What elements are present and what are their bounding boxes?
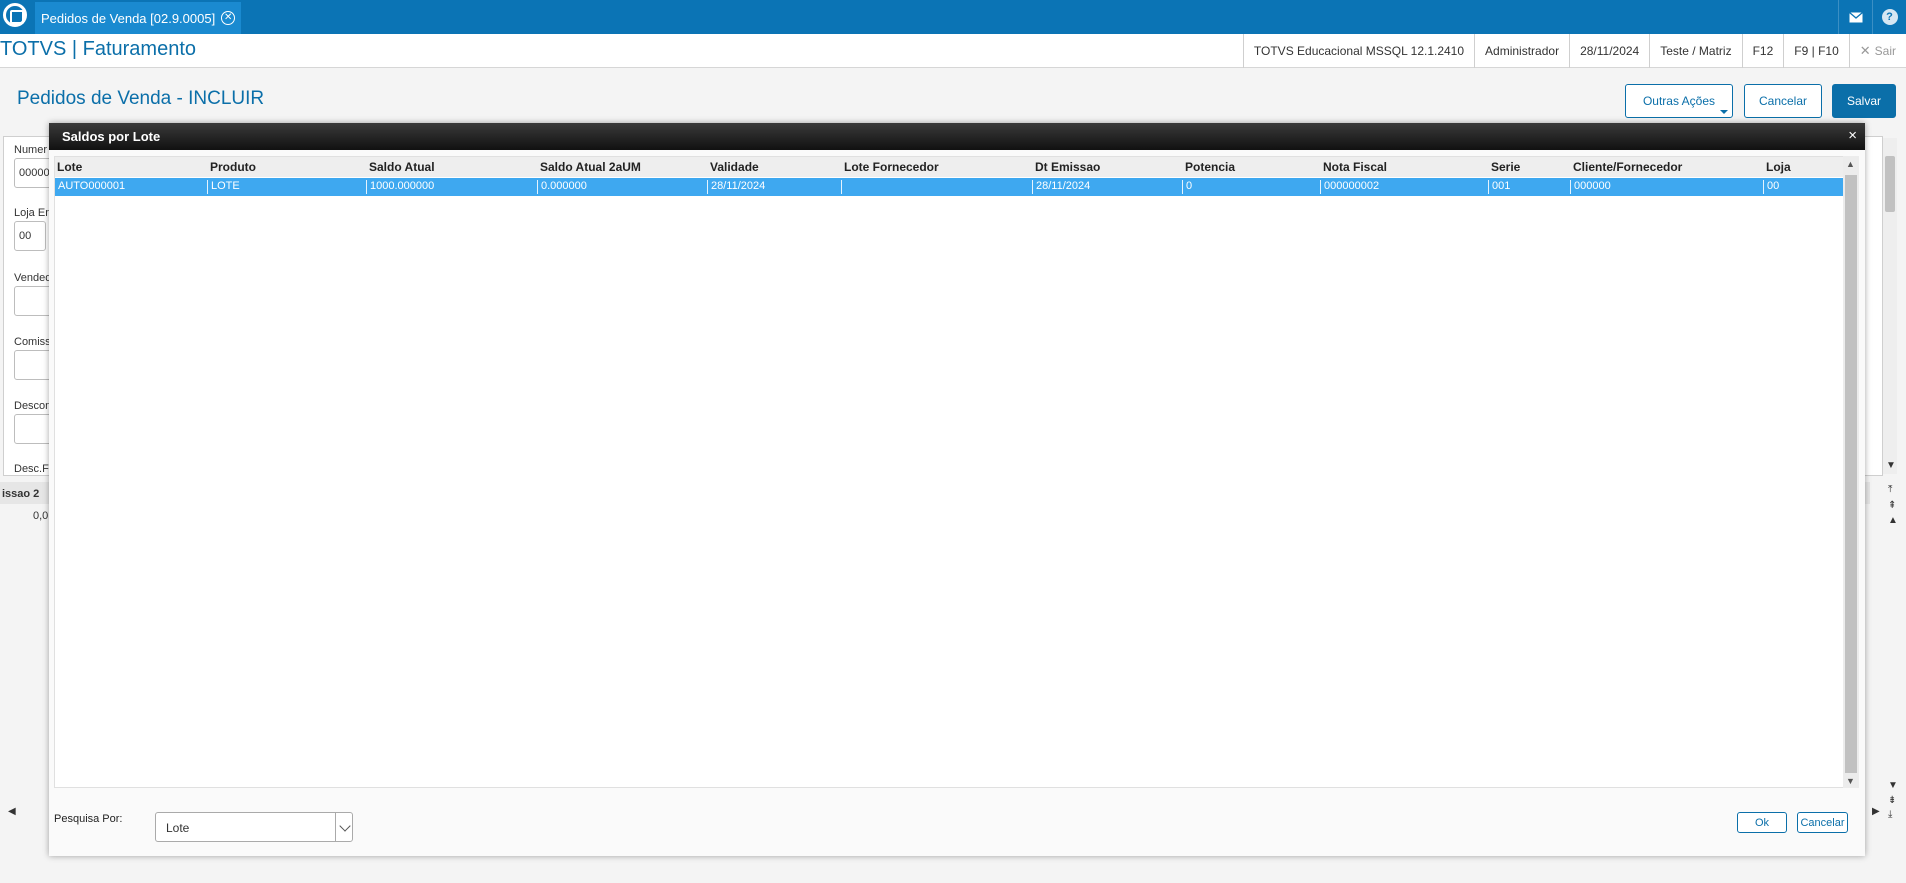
saldos-por-lote-dialog: Saldos por Lote × Lote Produto Saldo Atu… — [49, 123, 1865, 856]
outras-acoes-button[interactable]: Outras Ações — [1625, 84, 1733, 118]
pesquisa-por-label: Pesquisa Por: — [54, 813, 123, 825]
column-header-potencia[interactable]: Potencia — [1185, 160, 1235, 174]
cell-produto: LOTE — [207, 180, 240, 194]
chevron-down-icon — [339, 820, 351, 832]
scroll-page-up-icon[interactable]: ⇞ — [1888, 500, 1896, 511]
cell-cliente-fornecedor: 000000 — [1570, 180, 1611, 194]
grid-scrollbar[interactable]: ▲ ▼ — [1843, 156, 1859, 788]
user-info[interactable]: Administrador — [1474, 34, 1569, 68]
cell-loja: 00 — [1763, 180, 1779, 194]
cell-validade: 28/11/2024 — [707, 180, 765, 194]
outras-acoes-label: Outras Ações — [1642, 94, 1716, 108]
info-bar: TOTVS Educacional MSSQL 12.1.2410 Admini… — [1242, 34, 1906, 68]
cell-saldo-atual: 1000.000000 — [366, 180, 434, 194]
top-tab-bar: Pedidos de Venda [02.9.0005] ✕ ? — [0, 0, 1906, 34]
scroll-page-down-icon[interactable]: ⇟ — [1888, 795, 1896, 806]
form-scrollbar[interactable]: ▼ — [1883, 138, 1897, 474]
sair-label: Sair — [1874, 44, 1896, 58]
lote-grid: Lote Produto Saldo Atual Saldo Atual 2aU… — [54, 156, 1845, 788]
scroll-down-icon[interactable]: ▼ — [1886, 460, 1896, 471]
select-divider — [335, 813, 336, 841]
scroll-up-icon[interactable]: ▲ — [1888, 515, 1898, 526]
loja-field[interactable]: 00 — [14, 221, 46, 251]
lote-grid-header: Lote Produto Saldo Atual Saldo Atual 2aU… — [55, 157, 1845, 177]
pesquisa-por-select[interactable]: Lote — [155, 812, 353, 842]
tab-pedidos-de-venda[interactable]: Pedidos de Venda [02.9.0005] ✕ — [35, 2, 242, 34]
table-row[interactable]: AUTO000001 LOTE 1000.000000 0.000000 28/… — [55, 178, 1845, 196]
items-grid-value: 0,0 — [33, 510, 49, 522]
scroll-top-icon[interactable]: ⤒ — [1888, 484, 1892, 495]
ok-button[interactable]: Ok — [1737, 812, 1787, 833]
close-icon[interactable]: × — [1848, 127, 1857, 144]
numero-field[interactable]: 00000 — [14, 158, 54, 188]
loja-label: Loja En — [14, 207, 52, 219]
column-header-lote[interactable]: Lote — [57, 160, 82, 174]
column-header-lote-fornecedor[interactable]: Lote Fornecedor — [844, 160, 939, 174]
scroll-left-icon[interactable]: ◀ — [8, 806, 16, 817]
grid-scrollbar-thumb[interactable] — [1845, 175, 1857, 773]
scroll-bottom-icon[interactable]: ⤓ — [1888, 809, 1892, 820]
cell-potencia: 0 — [1182, 180, 1192, 194]
dialog-title: Saldos por Lote — [62, 129, 161, 144]
app-header: TOTVS | Faturamento TOTVS Educacional MS… — [0, 34, 1906, 68]
scroll-down-icon[interactable]: ▼ — [1888, 780, 1898, 791]
close-icon: ✕ — [1859, 43, 1871, 58]
salvar-button[interactable]: Salvar — [1832, 84, 1896, 118]
tab-label: Pedidos de Venda [02.9.0005] — [41, 10, 216, 26]
column-header-produto[interactable]: Produto — [210, 160, 256, 174]
totvs-logo-icon[interactable] — [0, 0, 30, 30]
form-scrollbar-thumb — [1885, 156, 1895, 212]
f9-f10-shortcut[interactable]: F9 | F10 — [1783, 34, 1848, 68]
help-icon[interactable]: ? — [1872, 0, 1906, 34]
tab-close-icon[interactable]: ✕ — [221, 11, 236, 25]
desc-f-label: Desc.F — [14, 463, 49, 475]
numero-label: Numer — [14, 144, 48, 156]
page-title: Pedidos de Venda - INCLUIR — [17, 88, 265, 109]
cell-serie: 001 — [1488, 180, 1510, 194]
dialog-header: Saldos por Lote × — [49, 123, 1865, 150]
comissao-field[interactable] — [14, 350, 54, 380]
app-title: TOTVS | Faturamento — [0, 38, 197, 60]
scroll-down-icon[interactable]: ▼ — [1846, 776, 1855, 786]
column-header-dt-emissao[interactable]: Dt Emissao — [1035, 160, 1100, 174]
cell-lote-fornecedor — [841, 180, 845, 194]
vendedor-label: Vended — [14, 272, 52, 284]
desconto-field[interactable] — [14, 414, 54, 444]
column-header-cliente-fornecedor[interactable]: Cliente/Fornecedor — [1573, 160, 1682, 174]
pesquisa-por-value: Lote — [166, 821, 190, 835]
scroll-up-icon[interactable]: ▲ — [1846, 159, 1855, 169]
column-header-validade[interactable]: Validade — [710, 160, 759, 174]
cell-nota-fiscal: 000000002 — [1320, 180, 1379, 194]
sair-button[interactable]: ✕ Sair — [1848, 34, 1906, 68]
column-header-nota-fiscal[interactable]: Nota Fiscal — [1323, 160, 1387, 174]
cell-lote: AUTO000001 — [58, 180, 126, 192]
comissao-label: Comiss — [14, 336, 51, 348]
desconto-label: Descon — [14, 400, 52, 412]
branch-info[interactable]: Teste / Matriz — [1649, 34, 1741, 68]
cell-dt-emissao: 28/11/2024 — [1032, 180, 1090, 194]
column-header-serie[interactable]: Serie — [1491, 160, 1520, 174]
environment-info[interactable]: TOTVS Educacional MSSQL 12.1.2410 — [1242, 34, 1474, 68]
date-info[interactable]: 28/11/2024 — [1569, 34, 1649, 68]
items-grid-column: issao 2 — [2, 488, 40, 500]
scroll-right-icon[interactable]: ▶ — [1872, 806, 1880, 817]
column-header-loja[interactable]: Loja — [1766, 160, 1791, 174]
cell-saldo-atual-2aum: 0.000000 — [537, 180, 587, 194]
vendedor-field[interactable] — [14, 286, 54, 316]
chevron-down-icon — [1720, 110, 1728, 114]
f12-shortcut[interactable]: F12 — [1741, 34, 1784, 68]
cancelar-button[interactable]: Cancelar — [1744, 84, 1822, 118]
column-header-saldo-atual[interactable]: Saldo Atual — [369, 160, 435, 174]
mail-icon[interactable] — [1838, 0, 1872, 34]
dialog-cancelar-button[interactable]: Cancelar — [1797, 812, 1848, 833]
column-header-saldo-atual-2aum[interactable]: Saldo Atual 2aUM — [540, 160, 641, 174]
